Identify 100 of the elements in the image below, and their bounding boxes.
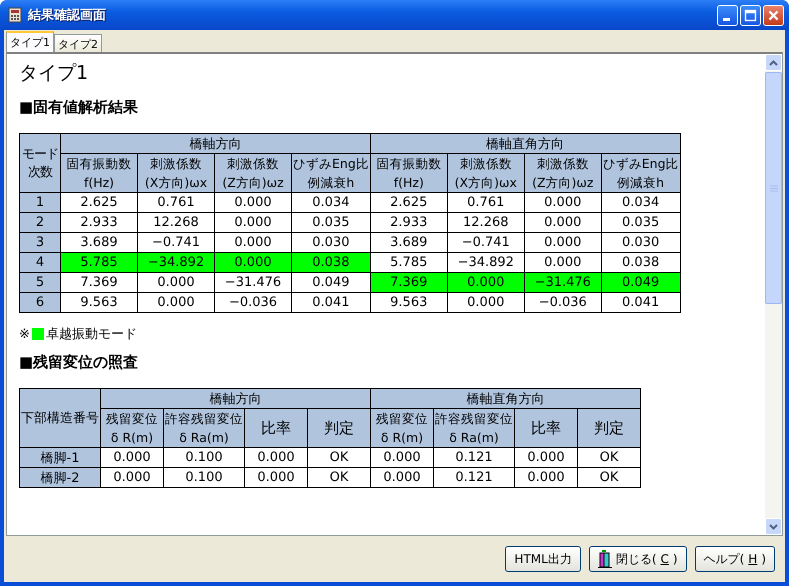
table-cell: 0.000: [524, 232, 602, 252]
chevron-down-icon: [769, 524, 778, 530]
table-cell: 0.030: [601, 232, 680, 252]
scroll-up-button[interactable]: [765, 54, 782, 71]
table-cell: 9.563: [60, 292, 138, 312]
table-cell: 7.369: [370, 272, 448, 292]
table-cell: 9.563: [370, 292, 448, 312]
legend-label: 卓越振動モード: [46, 326, 137, 343]
row-header: 橋脚-2: [20, 468, 100, 488]
header-cell: 比率: [244, 408, 308, 448]
minimize-button[interactable]: [717, 4, 738, 26]
table-cell: 2.625: [370, 192, 448, 212]
table-cell: 0.000: [214, 252, 292, 272]
table-cell: 0.034: [292, 192, 370, 212]
grip-icon: [770, 184, 778, 192]
header-cell: 刺激係数 (Z方向)ωz: [214, 154, 292, 192]
table-cell: 3.689: [370, 232, 448, 252]
table-cell: 0.000: [514, 468, 578, 488]
table-cell: 7.369: [60, 272, 138, 292]
header-cell: モード 次数: [20, 134, 60, 192]
table-cell: 0.049: [601, 272, 680, 292]
table-cell: 0.035: [292, 212, 370, 232]
scroll-thumb[interactable]: [765, 72, 782, 304]
note-mark: ※: [19, 326, 30, 342]
row-header: 橋脚-1: [20, 448, 100, 468]
table-cell: 0.000: [524, 212, 602, 232]
table-cell: 5.785: [60, 252, 138, 272]
header-cell: 橋軸方向: [100, 388, 370, 408]
header-cell: 判定: [578, 408, 640, 448]
table-cell: 0.000: [244, 468, 308, 488]
table-cell: 0.000: [514, 448, 578, 468]
row-header: 5: [20, 272, 60, 292]
header-cell: 橋軸直角方向: [370, 134, 680, 154]
table-cell: OK: [578, 448, 640, 468]
table-cell: 0.000: [447, 292, 524, 312]
table-cell: 0.121: [434, 468, 514, 488]
table-cell: 0.035: [601, 212, 680, 232]
tab[interactable]: タイプ1: [6, 31, 54, 52]
table-cell: 0.000: [524, 192, 602, 212]
close-button[interactable]: [763, 4, 784, 26]
maximize-button[interactable]: [740, 4, 761, 26]
close-button[interactable]: 閉じる( C ): [588, 546, 687, 572]
header-cell: 比率: [514, 408, 578, 448]
table-cell: 0.000: [447, 272, 524, 292]
page-title: タイプ1: [19, 61, 90, 86]
header-cell: 橋軸方向: [60, 134, 370, 154]
header-cell: 刺激係数 (Z方向)ωz: [524, 154, 602, 192]
table-cell: −31.476: [214, 272, 292, 292]
header-cell: 橋軸直角方向: [370, 388, 640, 408]
door-icon: [598, 550, 612, 568]
table-cell: −34.892: [138, 252, 214, 272]
row-header: 4: [20, 252, 60, 272]
header-cell: 下部構造番号: [20, 388, 100, 448]
table-cell: −0.036: [524, 292, 602, 312]
table-cell: 12.268: [138, 212, 214, 232]
table-cell: −0.741: [447, 232, 524, 252]
row-header: 1: [20, 192, 60, 212]
table-cell: OK: [308, 468, 370, 488]
section-heading: ■固有値解析結果: [19, 98, 140, 117]
minimize-icon: [723, 18, 730, 20]
header-cell: 残留変位 δ R(m): [370, 408, 434, 448]
row-header: 6: [20, 292, 60, 312]
dialog-button[interactable]: HTML出力: [505, 546, 581, 572]
table-cell: −31.476: [524, 272, 602, 292]
header-cell: 刺激係数 (X方向)ωx: [447, 154, 524, 192]
table-cell: 0.041: [292, 292, 370, 312]
header-cell: 許容残留変位 δ Ra(m): [434, 408, 514, 448]
table-cell: 2.933: [370, 212, 448, 232]
section-heading: ■残留変位の照査: [19, 353, 140, 372]
table-cell: 2.933: [60, 212, 138, 232]
header-cell: 残留変位 δ R(m): [100, 408, 164, 448]
header-cell: ひずみEng比 例減衰h: [601, 154, 680, 192]
scroll-down-button[interactable]: [765, 518, 782, 535]
dialog-button[interactable]: ヘルプ( H ): [694, 546, 775, 572]
table-cell: 0.000: [138, 292, 214, 312]
window-title: 結果確認画面: [28, 7, 107, 24]
table-cell: 0.049: [292, 272, 370, 292]
table-cell: 0.000: [244, 448, 308, 468]
table-cell: 2.625: [60, 192, 138, 212]
header-cell: 固有振動数 f(Hz): [60, 154, 138, 192]
table-cell: 12.268: [447, 212, 524, 232]
table-cell: 0.000: [214, 192, 292, 212]
scrollbar[interactable]: [765, 54, 782, 535]
table-cell: 0.000: [100, 448, 164, 468]
table-cell: 0.100: [164, 468, 244, 488]
chevron-up-icon: [769, 60, 778, 66]
header-cell: ひずみEng比 例減衰h: [292, 154, 370, 192]
table-cell: 0.000: [370, 468, 434, 488]
row-header: 3: [20, 232, 60, 252]
row-header: 2: [20, 212, 60, 232]
table-cell: 0.121: [434, 448, 514, 468]
table-cell: 0.761: [138, 192, 214, 212]
header-cell: 許容残留変位 δ Ra(m): [164, 408, 244, 448]
header-cell: 固有振動数 f(Hz): [370, 154, 448, 192]
table-cell: OK: [308, 448, 370, 468]
calculator-icon: [7, 7, 23, 23]
tab[interactable]: タイプ2: [54, 34, 102, 52]
header-cell: 判定: [308, 408, 370, 448]
table-cell: 0.038: [292, 252, 370, 272]
table-cell: 0.000: [100, 468, 164, 488]
